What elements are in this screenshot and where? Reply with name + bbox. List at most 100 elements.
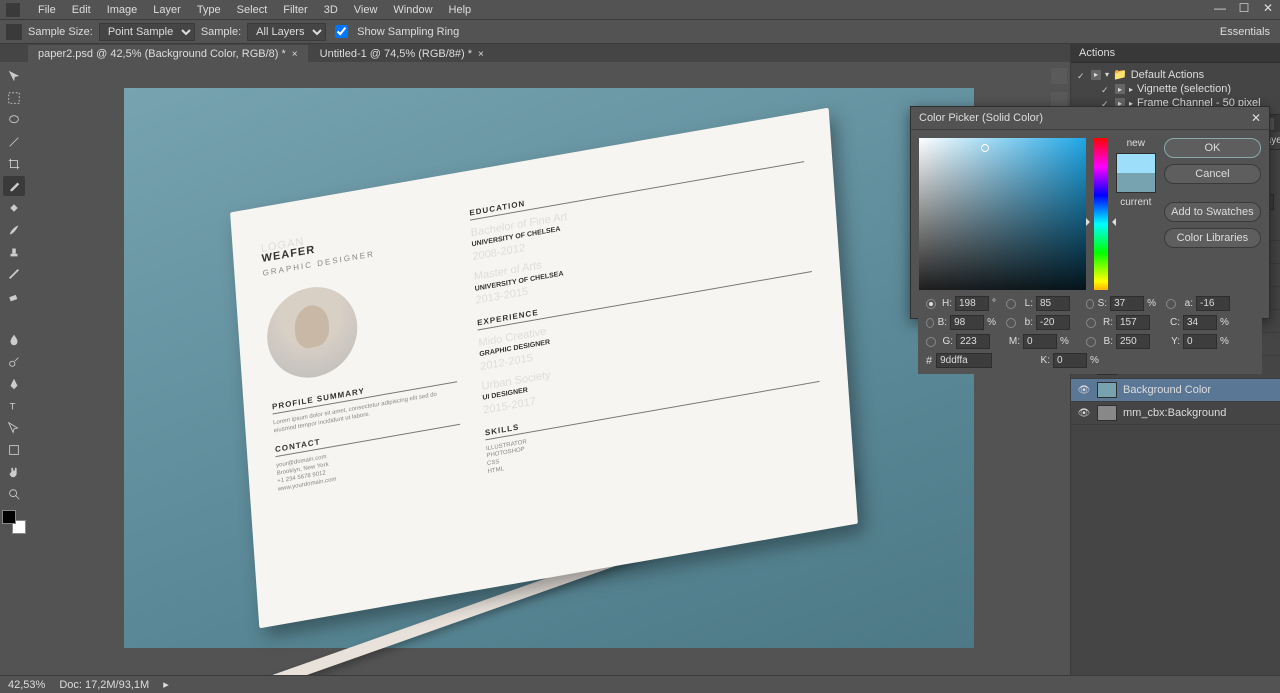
c-input[interactable] — [1183, 315, 1217, 330]
fg-color-swatch[interactable] — [2, 510, 16, 524]
dialog-close-icon[interactable]: ✕ — [1251, 111, 1261, 125]
menu-3d[interactable]: 3D — [316, 4, 346, 16]
b2-input[interactable] — [1036, 315, 1070, 330]
actions-panel-tab[interactable]: Actions — [1071, 44, 1280, 63]
a-radio[interactable] — [1166, 299, 1176, 309]
move-tool-icon[interactable] — [3, 66, 25, 86]
gradient-tool-icon[interactable] — [3, 308, 25, 328]
toolbox: T — [0, 62, 28, 534]
eyedropper-tool-icon[interactable] — [3, 176, 25, 196]
new-current-swatch[interactable] — [1116, 153, 1156, 193]
visibility-icon[interactable]: 👁 — [1077, 385, 1091, 396]
menu-file[interactable]: File — [30, 4, 64, 16]
sample-size-select[interactable]: Point Sample — [99, 23, 195, 41]
l-radio[interactable] — [1006, 299, 1016, 309]
b-radio[interactable] — [926, 318, 934, 328]
dialog-titlebar[interactable]: Color Picker (Solid Color) ✕ — [911, 107, 1269, 130]
action-set[interactable]: ▸▾📁 Default Actions — [1077, 67, 1274, 82]
window-close-icon[interactable]: ✕ — [1260, 2, 1276, 14]
brush-tool-icon[interactable] — [3, 220, 25, 240]
path-tool-icon[interactable] — [3, 418, 25, 438]
marquee-tool-icon[interactable] — [3, 88, 25, 108]
stamp-tool-icon[interactable] — [3, 242, 25, 262]
svg-text:T: T — [10, 402, 16, 413]
lasso-tool-icon[interactable] — [3, 110, 25, 130]
hand-tool-icon[interactable] — [3, 462, 25, 482]
b2-radio[interactable] — [1006, 318, 1016, 328]
b-input[interactable] — [950, 315, 984, 330]
m-input[interactable] — [1023, 334, 1057, 349]
doc-info[interactable]: Doc: 17,2M/93,1M — [59, 679, 149, 691]
color-libraries-button[interactable]: Color Libraries — [1164, 228, 1261, 248]
sample-select[interactable]: All Layers — [247, 23, 326, 41]
s-input[interactable] — [1110, 296, 1144, 311]
h-input[interactable] — [955, 296, 989, 311]
h-radio[interactable] — [926, 299, 936, 309]
window-minimize-icon[interactable]: — — [1212, 2, 1228, 14]
r-input[interactable] — [1116, 315, 1150, 330]
heal-tool-icon[interactable] — [3, 198, 25, 218]
wand-tool-icon[interactable] — [3, 132, 25, 152]
menu-filter[interactable]: Filter — [275, 4, 315, 16]
sv-marker[interactable] — [981, 144, 989, 152]
color-value-fields: H:° L: S:% a: B:% b: R: C:% G: M:% B: Y:… — [918, 290, 1262, 374]
menu-select[interactable]: Select — [229, 4, 276, 16]
pen-tool-icon[interactable] — [3, 374, 25, 394]
bb-input[interactable] — [1116, 334, 1150, 349]
doc-tab-label: paper2.psd @ 42,5% (Background Color, RG… — [38, 48, 286, 60]
paper-mockup: LOGANWEAFER GRAPHIC DESIGNER PROFILE SUM… — [230, 108, 858, 629]
history-brush-icon[interactable] — [3, 264, 25, 284]
crop-tool-icon[interactable] — [3, 154, 25, 174]
action-item[interactable]: ▸▸Vignette (selection) — [1077, 82, 1274, 96]
eraser-tool-icon[interactable] — [3, 286, 25, 306]
menu-image[interactable]: Image — [99, 4, 146, 16]
workspace-switcher[interactable]: Essentials — [1220, 26, 1270, 38]
blur-tool-icon[interactable] — [3, 330, 25, 350]
a-input[interactable] — [1196, 296, 1230, 311]
close-icon[interactable]: × — [478, 49, 484, 60]
r-radio[interactable] — [1086, 318, 1096, 328]
menu-type[interactable]: Type — [189, 4, 229, 16]
y-input[interactable] — [1183, 334, 1217, 349]
visibility-icon[interactable]: 👁 — [1077, 408, 1091, 419]
s-radio[interactable] — [1086, 299, 1094, 309]
hex-input[interactable] — [936, 353, 992, 368]
bb-radio[interactable] — [1086, 337, 1096, 347]
sampling-ring-checkbox[interactable] — [335, 25, 348, 38]
sat-val-field[interactable] — [919, 138, 1086, 310]
shape-tool-icon[interactable] — [3, 440, 25, 460]
layer-row[interactable]: 👁Background Color — [1071, 379, 1280, 402]
dodge-tool-icon[interactable] — [3, 352, 25, 372]
chevron-right-icon[interactable]: ▸ — [163, 678, 169, 691]
add-swatches-button[interactable]: Add to Swatches — [1164, 202, 1261, 222]
doc-tab-inactive[interactable]: Untitled-1 @ 74,5% (RGB/8#) * × — [310, 45, 494, 63]
zoom-tool-icon[interactable] — [3, 484, 25, 504]
type-tool-icon[interactable]: T — [3, 396, 25, 416]
doc-tab-label: Untitled-1 @ 74,5% (RGB/8#) * — [320, 48, 472, 60]
status-bar: 42,53% Doc: 17,2M/93,1M ▸ — [0, 675, 1280, 693]
doc-tab-active[interactable]: paper2.psd @ 42,5% (Background Color, RG… — [28, 45, 308, 63]
app-icon — [6, 3, 20, 17]
options-bar: Sample Size: Point Sample Sample: All La… — [0, 20, 1280, 44]
ok-button[interactable]: OK — [1164, 138, 1261, 158]
eyedropper-icon[interactable] — [6, 24, 22, 40]
menu-edit[interactable]: Edit — [64, 4, 99, 16]
close-icon[interactable]: × — [292, 49, 298, 60]
cancel-button[interactable]: Cancel — [1164, 164, 1261, 184]
fg-bg-colors[interactable] — [2, 510, 26, 534]
g-input[interactable] — [956, 334, 990, 349]
menu-view[interactable]: View — [346, 4, 386, 16]
menu-help[interactable]: Help — [441, 4, 480, 16]
window-maximize-icon[interactable]: ☐ — [1236, 2, 1252, 14]
menu-window[interactable]: Window — [385, 4, 440, 16]
k-input[interactable] — [1053, 353, 1087, 368]
history-panel-icon[interactable] — [1051, 68, 1067, 84]
menu-layer[interactable]: Layer — [145, 4, 189, 16]
l-input[interactable] — [1036, 296, 1070, 311]
document-background: LOGANWEAFER GRAPHIC DESIGNER PROFILE SUM… — [124, 88, 974, 648]
zoom-level[interactable]: 42,53% — [8, 679, 45, 691]
menu-bar: File Edit Image Layer Type Select Filter… — [0, 0, 1280, 20]
layer-row[interactable]: 👁mm_cbx:Background — [1071, 402, 1280, 425]
hue-slider[interactable] — [1094, 138, 1108, 310]
g-radio[interactable] — [926, 337, 936, 347]
